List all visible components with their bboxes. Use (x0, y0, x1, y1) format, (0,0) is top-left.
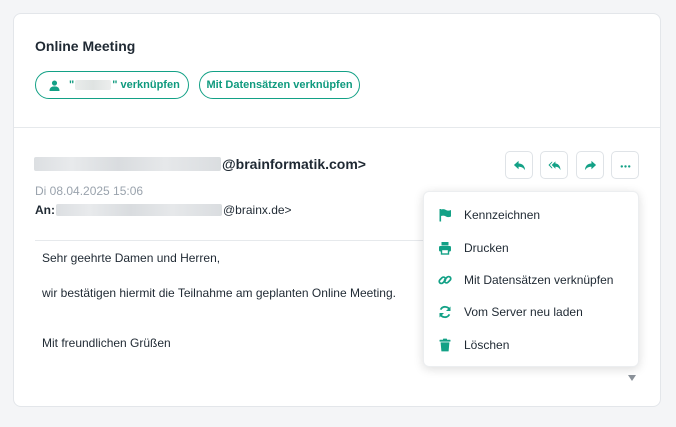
email-date: Di 08.04.2025 15:06 (35, 184, 144, 198)
printer-icon (439, 242, 451, 255)
redacted-contact-name (75, 80, 112, 90)
more-icon (620, 164, 630, 168)
reply-button[interactable] (505, 151, 533, 179)
link-contact-quote: " (69, 79, 75, 91)
menu-item-label: Vom Server neu laden (464, 305, 583, 319)
flag-icon (439, 209, 451, 222)
link-contact-button[interactable]: " " verknüpfen (35, 71, 189, 99)
link-contact-label: " verknüpfen (112, 79, 180, 91)
email-closing: Mit freundlichen Grüßen (42, 336, 171, 350)
recipient-domain: @brainx.de> (223, 203, 292, 217)
forward-button[interactable] (576, 151, 604, 179)
link-records-button[interactable]: Mit Datensätzen verknüpfen (199, 71, 360, 99)
menu-item-reload[interactable]: Vom Server neu laden (424, 297, 638, 327)
link-icon (438, 275, 452, 285)
email-body-line: wir bestätigen hiermit die Teilnahme am … (42, 286, 396, 300)
menu-item-link-records[interactable]: Mit Datensätzen verknüpfen (424, 265, 638, 295)
redacted-sender-name (34, 157, 221, 171)
menu-item-delete[interactable]: Löschen (424, 330, 638, 360)
email-subject: Online Meeting (35, 38, 136, 54)
reply-all-icon (547, 160, 561, 170)
forward-icon (584, 160, 596, 170)
menu-item-flag[interactable]: Kennzeichnen (424, 200, 638, 230)
scroll-down-arrow[interactable] (628, 375, 636, 381)
body-divider (35, 240, 440, 241)
recipient: An: @brainx.de> (35, 202, 292, 218)
redacted-recipient (56, 204, 222, 216)
reply-all-button[interactable] (540, 151, 568, 179)
menu-item-print[interactable]: Drucken (424, 233, 638, 263)
more-actions-menu: Kennzeichnen Drucken Mit Datensätzen ver… (423, 191, 639, 367)
sender-domain: @brainformatik.com> (222, 156, 366, 172)
refresh-icon (439, 305, 451, 319)
email-greeting: Sehr geehrte Damen und Herren, (42, 251, 221, 265)
more-button[interactable] (611, 151, 639, 179)
menu-item-label: Kennzeichnen (464, 208, 541, 222)
menu-item-label: Drucken (464, 241, 509, 255)
sender: @brainformatik.com> (34, 155, 366, 173)
menu-item-label: Mit Datensätzen verknüpfen (464, 273, 614, 287)
user-icon (49, 79, 60, 91)
to-label: An: (35, 203, 55, 217)
header-divider (14, 127, 660, 128)
reply-icon (513, 160, 525, 170)
trash-icon (439, 338, 451, 352)
menu-item-label: Löschen (464, 338, 510, 352)
